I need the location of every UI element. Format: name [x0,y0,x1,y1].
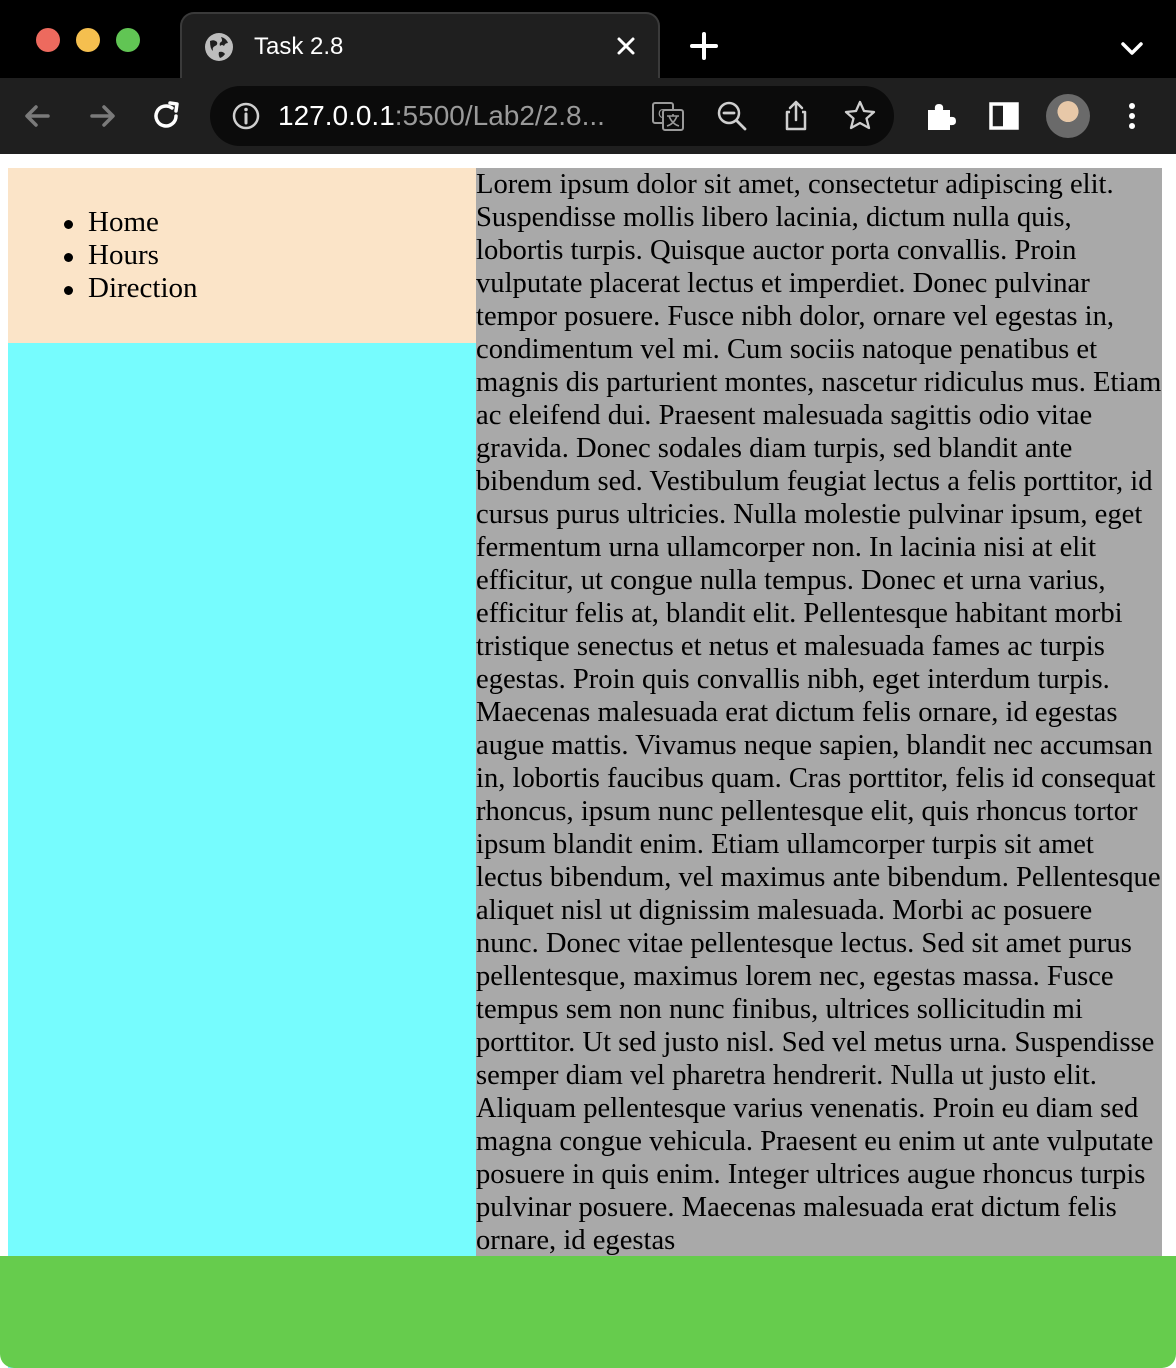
zoom-window-button[interactable] [116,28,140,52]
url-text: 127.0.0.1:5500/Lab2/2.8... [278,98,605,134]
share-icon[interactable] [778,98,814,134]
page-footer [0,1256,1176,1368]
avatar[interactable] [1046,94,1090,138]
tab-strip: Task 2.8 [0,0,1176,78]
info-icon[interactable] [230,100,262,132]
address-bar[interactable]: 127.0.0.1:5500/Lab2/2.8... G [210,86,894,146]
nav-item-hours[interactable]: Hours [64,239,198,272]
star-icon[interactable] [842,98,878,134]
sidebar-panel [8,343,476,1368]
browser-toolbar: 127.0.0.1:5500/Lab2/2.8... G [0,78,1176,154]
back-arrow-icon[interactable] [18,96,58,136]
forward-arrow-icon[interactable] [82,96,122,136]
puzzle-icon[interactable] [920,96,960,136]
url-host: 127.0.0.1 [278,100,395,131]
translate-icon[interactable]: G [650,98,686,134]
globe-icon [205,33,233,61]
more-vert-icon[interactable] [1112,96,1152,136]
plus-icon[interactable] [684,26,724,66]
url-path: :5500/Lab2/2.8... [394,100,605,131]
main-content: Lorem ipsum dolor sit amet, consectetur … [476,168,1162,1368]
content-paragraph: Lorem ipsum dolor sit amet, consectetur … [476,169,1162,1256]
close-window-button[interactable] [36,28,60,52]
page-viewport: Home Hours Direction Lorem ipsum dolor s… [0,154,1176,1368]
zoom-out-icon[interactable] [714,98,750,134]
close-icon[interactable] [610,30,642,62]
tab-title: Task 2.8 [254,33,344,60]
nav-item-home[interactable]: Home [64,206,198,239]
tab-active[interactable]: Task 2.8 [180,12,660,78]
nav-list: Home Hours Direction [8,206,198,305]
chevron-down-icon[interactable] [1114,30,1150,66]
reload-icon[interactable] [146,96,186,136]
nav-item-direction[interactable]: Direction [64,272,198,305]
minimize-window-button[interactable] [76,28,100,52]
side-panel-icon[interactable] [984,96,1024,136]
nav-section: Home Hours Direction [8,168,476,343]
